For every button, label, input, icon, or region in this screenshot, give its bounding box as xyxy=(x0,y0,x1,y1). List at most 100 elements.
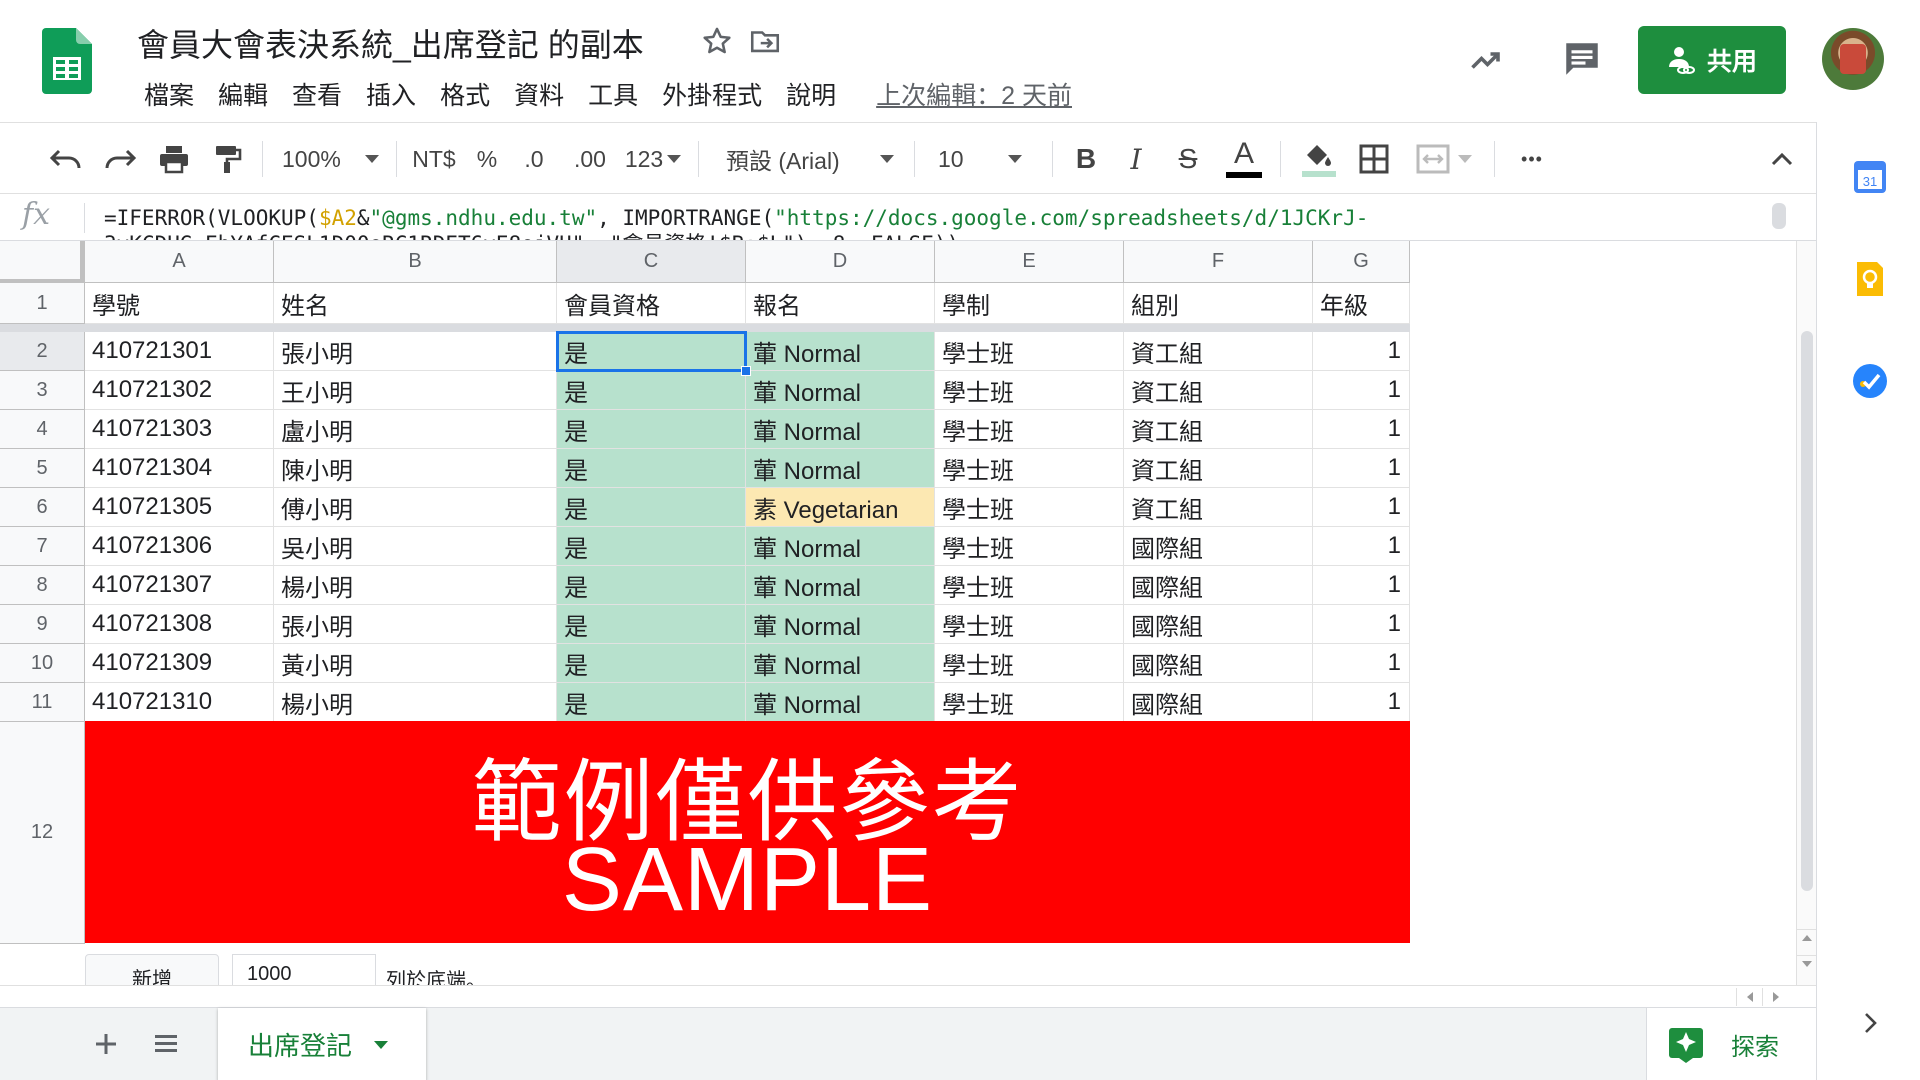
column-header-d[interactable]: D xyxy=(746,241,935,283)
cell-grade[interactable]: 年級 xyxy=(1313,283,1410,324)
row-header-6[interactable]: 6 xyxy=(0,488,85,527)
add-rows-button[interactable]: 新增 xyxy=(85,954,219,986)
cell-membership[interactable]: 是 xyxy=(557,410,746,449)
decrease-decimal-button[interactable]: .0 xyxy=(514,137,554,181)
cell-grade[interactable]: 1 xyxy=(1313,371,1410,410)
cell-student-id[interactable]: 學號 xyxy=(85,283,274,324)
menu-file[interactable]: 檔案 xyxy=(132,76,206,116)
cell-group[interactable]: 國際組 xyxy=(1124,605,1313,644)
tasks-icon[interactable] xyxy=(1851,362,1889,400)
cell-name[interactable]: 盧小明 xyxy=(274,410,557,449)
cell-student-id[interactable]: 410721305 xyxy=(85,488,274,527)
redo-icon[interactable] xyxy=(98,137,142,181)
move-to-folder-icon[interactable] xyxy=(748,24,782,58)
cell-student-id[interactable]: 410721307 xyxy=(85,566,274,605)
strikethrough-button[interactable]: S xyxy=(1168,137,1208,181)
row-header-5[interactable]: 5 xyxy=(0,449,85,488)
cell-program[interactable]: 學士班 xyxy=(935,527,1124,566)
cell-grade[interactable]: 1 xyxy=(1313,488,1410,527)
share-button[interactable]: 共用 xyxy=(1638,26,1786,94)
borders-icon[interactable] xyxy=(1352,137,1396,181)
increase-decimal-button[interactable]: .00 xyxy=(566,137,614,181)
cell-membership[interactable]: 是 xyxy=(557,683,746,722)
keep-icon[interactable] xyxy=(1851,260,1889,298)
cell-registration[interactable]: 葷 Normal xyxy=(746,683,935,722)
menu-data[interactable]: 資料 xyxy=(502,76,576,116)
horizontal-scrollbar[interactable] xyxy=(0,985,1816,1007)
cell-student-id[interactable]: 410721308 xyxy=(85,605,274,644)
cell-group[interactable]: 資工組 xyxy=(1124,371,1313,410)
cell-registration[interactable]: 葷 Normal xyxy=(746,566,935,605)
cell-registration[interactable]: 葷 Normal xyxy=(746,371,935,410)
cell-membership[interactable]: 會員資格 xyxy=(557,283,746,324)
select-all-corner[interactable] xyxy=(0,241,85,283)
menu-format[interactable]: 格式 xyxy=(428,76,502,116)
cell-program[interactable]: 學士班 xyxy=(935,332,1124,371)
column-header-f[interactable]: F xyxy=(1124,241,1313,283)
cell-program[interactable]: 學士班 xyxy=(935,683,1124,722)
row-header-3[interactable]: 3 xyxy=(0,371,85,410)
italic-button[interactable]: I xyxy=(1116,137,1156,181)
last-edit-link[interactable]: 上次編輯：2 天前 xyxy=(876,76,1072,116)
cell-student-id[interactable]: 410721310 xyxy=(85,683,274,722)
cell-group[interactable]: 組別 xyxy=(1124,283,1313,324)
scroll-left-arrow-icon[interactable] xyxy=(1736,988,1762,1006)
chevron-right-icon[interactable] xyxy=(1855,1008,1885,1038)
activity-dashboard-icon[interactable] xyxy=(1466,42,1506,78)
cell-grade[interactable]: 1 xyxy=(1313,410,1410,449)
cell-grade[interactable]: 1 xyxy=(1313,605,1410,644)
chevron-down-icon[interactable] xyxy=(374,1040,389,1049)
cell-group[interactable]: 國際組 xyxy=(1124,644,1313,683)
cell-student-id[interactable]: 410721309 xyxy=(85,644,274,683)
column-header-c[interactable]: C xyxy=(557,241,746,283)
vertical-scroll-thumb[interactable] xyxy=(1801,331,1813,891)
vertical-scrollbar[interactable] xyxy=(1796,241,1817,985)
cell-name[interactable]: 陳小明 xyxy=(274,449,557,488)
currency-format-button[interactable]: NT$ xyxy=(408,137,460,181)
formula-input[interactable]: =IFERROR(VLOOKUP($A2&"@gms.ndhu.edu.tw",… xyxy=(104,205,1368,240)
frozen-row-divider[interactable] xyxy=(0,324,1410,332)
column-header-a[interactable]: A xyxy=(85,241,274,283)
cell-registration[interactable]: 葷 Normal xyxy=(746,410,935,449)
cell-grade[interactable]: 1 xyxy=(1313,644,1410,683)
fill-color-icon[interactable] xyxy=(1296,137,1342,181)
cell-name[interactable]: 黃小明 xyxy=(274,644,557,683)
cell-name[interactable]: 楊小明 xyxy=(274,566,557,605)
cell-grade[interactable]: 1 xyxy=(1313,683,1410,722)
cell-membership[interactable]: 是 xyxy=(557,488,746,527)
undo-icon[interactable] xyxy=(44,137,88,181)
cell-name[interactable]: 張小明 xyxy=(274,332,557,371)
cell-program[interactable]: 學士班 xyxy=(935,605,1124,644)
cell-name[interactable]: 王小明 xyxy=(274,371,557,410)
cell-membership[interactable]: 是 xyxy=(557,449,746,488)
menu-edit[interactable]: 編輯 xyxy=(206,76,280,116)
row-header-9[interactable]: 9 xyxy=(0,605,85,644)
cell-group[interactable]: 國際組 xyxy=(1124,683,1313,722)
cell-group[interactable]: 國際組 xyxy=(1124,527,1313,566)
star-icon[interactable] xyxy=(700,24,734,58)
zoom-select[interactable]: 100% xyxy=(282,137,394,181)
row-header-10[interactable]: 10 xyxy=(0,644,85,683)
more-options-icon[interactable]: ••• xyxy=(1510,137,1554,181)
add-rows-count-input[interactable]: 1000 xyxy=(232,954,376,986)
merge-cells-icon[interactable] xyxy=(1410,137,1478,181)
cell-name[interactable]: 張小明 xyxy=(274,605,557,644)
column-header-g[interactable]: G xyxy=(1313,241,1410,283)
row-header-7[interactable]: 7 xyxy=(0,527,85,566)
cell-membership[interactable]: 是 xyxy=(557,605,746,644)
bold-button[interactable]: B xyxy=(1066,137,1106,181)
cell-registration[interactable]: 報名 xyxy=(746,283,935,324)
cell-program[interactable]: 學士班 xyxy=(935,410,1124,449)
cell-registration[interactable]: 葷 Normal xyxy=(746,332,935,371)
cell-grade[interactable]: 1 xyxy=(1313,566,1410,605)
cell-membership[interactable]: 是 xyxy=(557,332,746,371)
cell-group[interactable]: 資工組 xyxy=(1124,332,1313,371)
cell-registration[interactable]: 素 Vegetarian xyxy=(746,488,935,527)
sheets-logo-icon[interactable] xyxy=(42,28,92,94)
row-header-1[interactable]: 1 xyxy=(0,283,85,324)
add-sheet-icon[interactable] xyxy=(88,1026,124,1062)
menu-insert[interactable]: 插入 xyxy=(354,76,428,116)
scroll-right-arrow-icon[interactable] xyxy=(1762,988,1788,1006)
paint-format-icon[interactable] xyxy=(206,137,250,181)
menu-help[interactable]: 說明 xyxy=(774,76,848,116)
